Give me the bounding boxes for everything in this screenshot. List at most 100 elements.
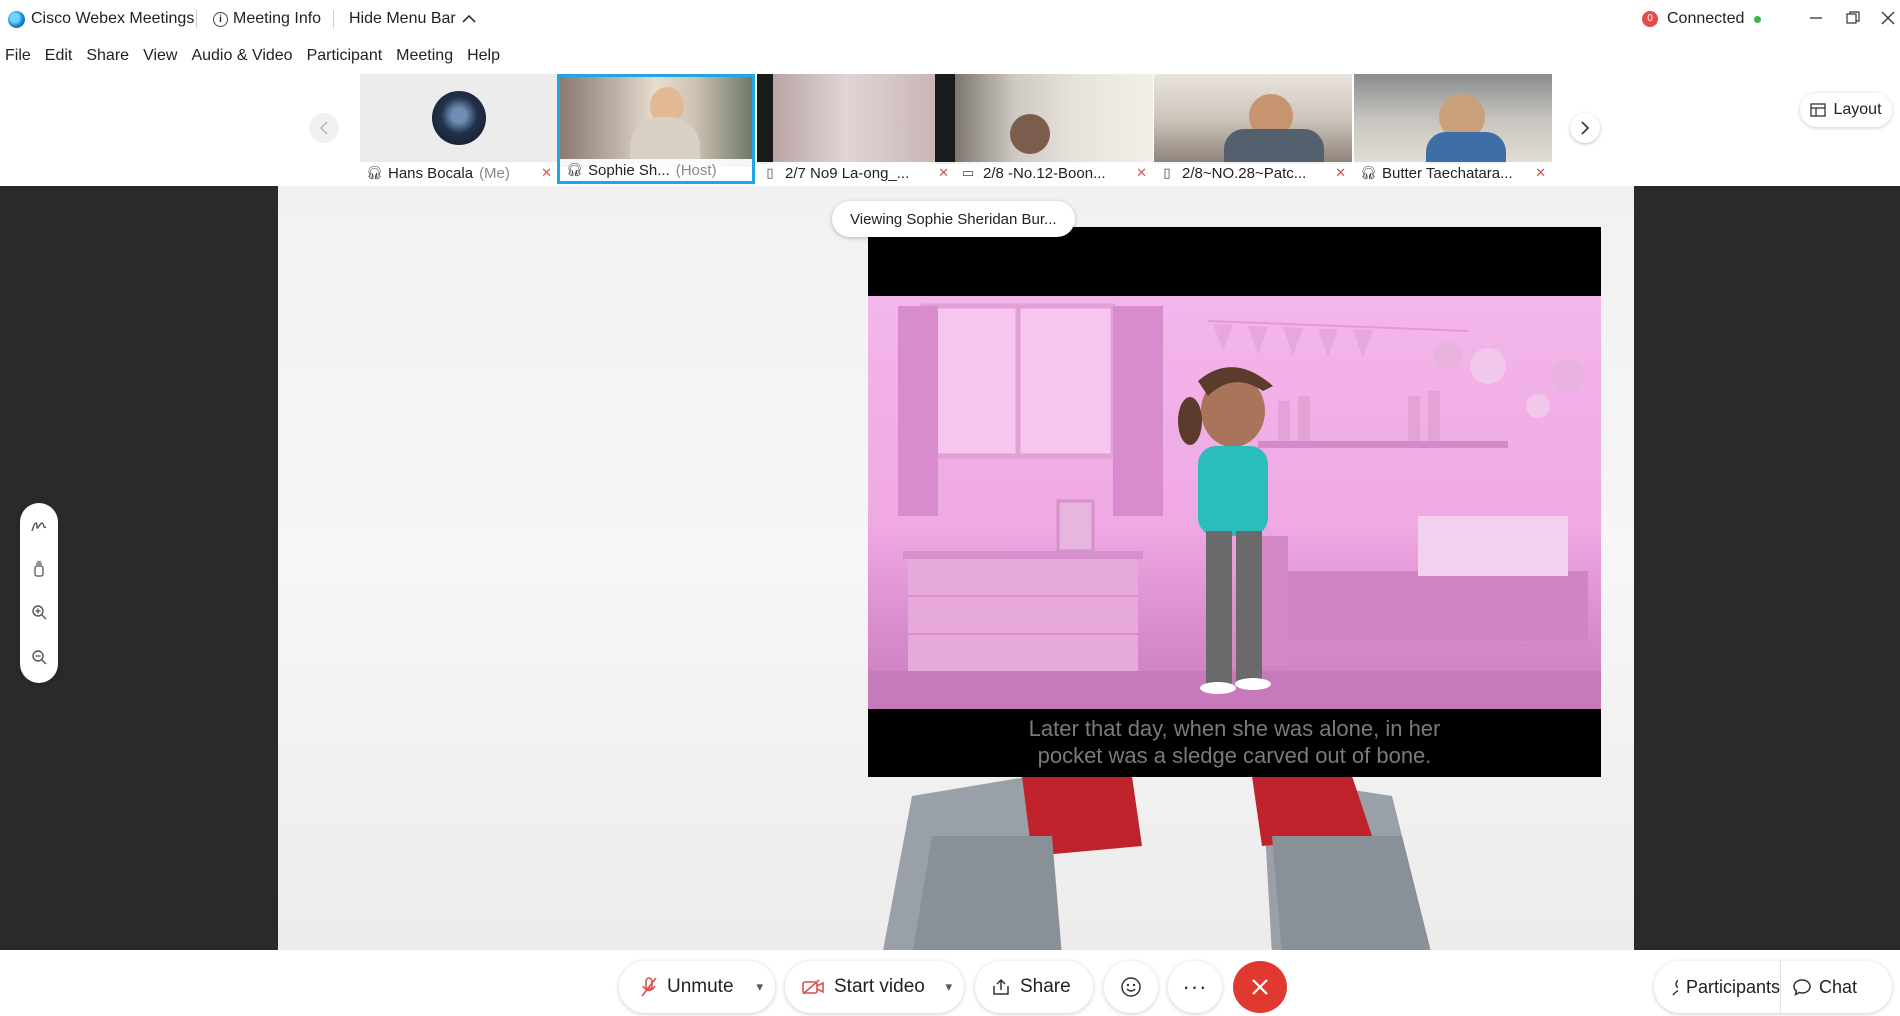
connection-status[interactable]: 0 Connected — [1642, 0, 1762, 38]
menu-share[interactable]: Share — [79, 47, 136, 65]
menu-edit[interactable]: Edit — [38, 47, 80, 65]
participant-label: 🎧︎ Sophie Sh... (Host) — [560, 159, 752, 181]
caption-line-2: pocket was a sledge carved out of bone. — [1037, 743, 1432, 768]
participant-label: ▯ 2/8~NO.28~Patc... ✕ — [1154, 162, 1352, 184]
headset-icon: 🎧︎ — [366, 165, 383, 180]
filmstrip-next-button[interactable] — [1570, 113, 1600, 143]
share-button[interactable]: Share — [975, 961, 1093, 1013]
meeting-info-button[interactable]: i Meeting Info — [213, 0, 321, 38]
unmute-button[interactable]: Unmute ▾ — [619, 961, 775, 1013]
connected-dot-icon — [1754, 15, 1762, 23]
participant-name: Sophie Sh... (Host) — [588, 162, 746, 179]
start-video-button[interactable]: Start video ▾ — [785, 961, 964, 1013]
menu-participant[interactable]: Participant — [300, 47, 390, 65]
participant-name: 2/8~NO.28~Patc... — [1182, 164, 1307, 182]
participant-filmstrip: 🎧︎ Hans Bocala (Me) ✕ 🎧︎ Sophie Sh... (Hos… — [0, 74, 1900, 186]
end-meeting-button[interactable] — [1233, 961, 1287, 1013]
annotate-button[interactable] — [20, 507, 58, 545]
avatar — [432, 91, 486, 145]
shared-video[interactable]: Later that day, when she was alone, in h… — [868, 227, 1601, 777]
participant-tile[interactable]: ▯ 2/7 No9 La-ong_... ✕ — [757, 74, 955, 184]
filmstrip-prev-button[interactable] — [309, 113, 339, 143]
unmute-label: Unmute — [667, 976, 734, 997]
chat-label: Chat — [1819, 976, 1858, 997]
app-title: Cisco Webex Meetings — [8, 0, 194, 38]
mic-muted-icon — [641, 977, 657, 997]
remote-control-button[interactable] — [20, 550, 58, 588]
meeting-info-label: Meeting Info — [233, 10, 322, 27]
participant-suffix: (Host) — [675, 161, 717, 179]
main-stage: Later that day, when she was alone, in h… — [0, 186, 1900, 950]
person-icon — [1672, 979, 1678, 996]
participant-tile[interactable]: ▭ 2/8 -No.12-Boon... ✕ — [955, 74, 1153, 184]
app-title-text: Cisco Webex Meetings — [31, 10, 195, 27]
participant-name: Hans Bocala (Me) — [388, 165, 537, 182]
hide-menu-bar-label: Hide Menu Bar — [349, 10, 456, 27]
chat-bubble-icon — [1793, 979, 1811, 996]
video-caption: Later that day, when she was alone, in h… — [868, 715, 1601, 769]
zoom-in-button[interactable] — [20, 593, 58, 631]
participants-button[interactable]: Participants — [1654, 961, 1781, 1013]
participant-name: Butter Taechatara... — [1382, 164, 1513, 182]
participant-label: 🎧︎ Butter Taechatara... ✕ — [1354, 162, 1552, 184]
connection-label: Connected — [1667, 10, 1745, 27]
participant-label: ▯ 2/7 No9 La-ong_... ✕ — [757, 162, 955, 184]
minimize-icon — [1810, 17, 1822, 19]
participant-name: 2/7 No9 La-ong_... — [785, 164, 910, 182]
cartoon-bedroom-illustration — [868, 303, 1601, 709]
headset-icon: 🎧︎ — [1360, 165, 1377, 180]
menu-meeting[interactable]: Meeting — [389, 47, 460, 65]
chat-button[interactable]: Chat — [1781, 977, 1857, 998]
participant-label: 🎧︎ Hans Bocala (Me) ✕ — [360, 162, 558, 184]
menu-help[interactable]: Help — [460, 47, 507, 65]
menu-view[interactable]: View — [136, 47, 184, 65]
title-bar: Cisco Webex Meetings i Meeting Info Hide… — [0, 0, 1900, 38]
participant-tile[interactable]: 🎧︎ Hans Bocala (Me) ✕ — [360, 74, 558, 184]
body-shape — [1224, 129, 1324, 164]
meeting-controls: Unmute ▾ Start video ▾ Share ··· Partici… — [0, 950, 1900, 1016]
zoom-out-icon — [32, 650, 47, 665]
chevron-down-icon: ▾ — [945, 979, 952, 994]
shared-screen[interactable]: Later that day, when she was alone, in h… — [278, 186, 1634, 950]
menu-bar: File Edit Share View Audio & Video Parti… — [0, 40, 1900, 72]
emoji-smile-icon — [1121, 977, 1141, 997]
participant-video — [757, 74, 955, 164]
participant-tile-active[interactable]: 🎧︎ Sophie Sh... (Host) — [557, 74, 755, 184]
reactions-button[interactable] — [1104, 961, 1158, 1013]
participant-video — [1354, 74, 1552, 164]
muted-mic-icon: ✕ — [1535, 165, 1546, 180]
share-icon — [993, 978, 1009, 995]
phone-icon: ▯ — [1163, 165, 1171, 180]
close-icon — [1881, 11, 1895, 25]
participant-tile[interactable]: ▯ 2/8~NO.28~Patc... ✕ — [1154, 74, 1352, 184]
close-window-button[interactable] — [1873, 4, 1900, 32]
participant-video — [360, 74, 558, 164]
restore-icon — [1846, 11, 1860, 24]
participant-label: ▭ 2/8 -No.12-Boon... ✕ — [955, 162, 1153, 184]
layout-icon — [1810, 103, 1827, 117]
participant-name-text: Sophie Sh... — [588, 161, 670, 179]
participant-tile[interactable]: 🎧︎ Butter Taechatara... ✕ — [1354, 74, 1552, 184]
minimize-button[interactable] — [1801, 4, 1831, 32]
chevron-down-icon: ▾ — [756, 979, 763, 994]
menu-audio-video[interactable]: Audio & Video — [184, 47, 299, 65]
info-icon: i — [213, 11, 228, 27]
panel-toggle-group: Participants Chat — [1654, 961, 1892, 1013]
hide-menu-bar-button[interactable]: Hide Menu Bar — [349, 0, 476, 38]
hand-pointer-icon — [34, 561, 44, 577]
restore-button[interactable] — [1838, 4, 1868, 32]
more-icon: ··· — [1182, 974, 1208, 999]
close-icon — [1252, 979, 1268, 995]
share-label: Share — [1020, 976, 1071, 997]
viewing-indicator[interactable]: Viewing Sophie Sheridan Bur... — [832, 201, 1075, 237]
zoom-out-button[interactable] — [20, 638, 58, 676]
viewing-label: Viewing Sophie Sheridan Bur... — [850, 210, 1057, 228]
more-options-button[interactable]: ··· — [1168, 961, 1222, 1013]
muted-mic-icon: ✕ — [1335, 165, 1346, 180]
menu-file[interactable]: File — [0, 47, 38, 65]
webex-logo-icon — [8, 10, 25, 28]
layout-button[interactable]: Layout — [1800, 93, 1892, 127]
pen-scribble-icon — [31, 522, 47, 532]
zoom-in-icon — [32, 605, 47, 620]
muted-mic-icon: ✕ — [541, 165, 552, 180]
